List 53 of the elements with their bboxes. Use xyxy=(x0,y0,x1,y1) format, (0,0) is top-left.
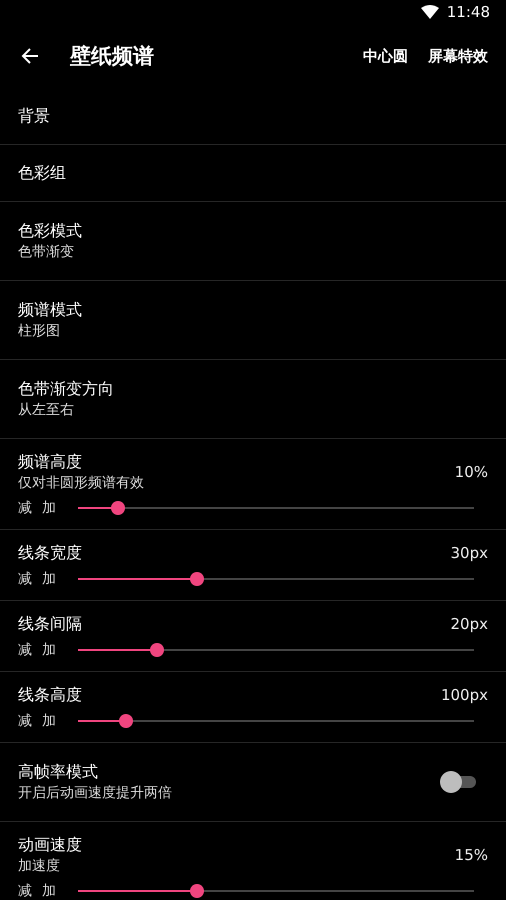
slider[interactable] xyxy=(78,884,474,898)
setting-subtitle: 加速度 xyxy=(18,857,61,876)
decrease-button[interactable]: 减 xyxy=(18,499,32,517)
slider[interactable] xyxy=(78,501,474,515)
settings-item[interactable]: 频谱模式 柱形图 xyxy=(0,281,506,360)
slider-thumb[interactable] xyxy=(190,884,204,898)
setting-title: 色彩组 xyxy=(18,162,67,184)
setting-title: 线条宽度 xyxy=(18,542,83,564)
setting-title: 频谱模式 xyxy=(18,299,83,321)
setting-title: 背景 xyxy=(18,105,51,127)
increase-button[interactable]: 加 xyxy=(42,882,56,900)
slider-thumb[interactable] xyxy=(118,714,133,728)
toolbar-action[interactable]: 中心圆 xyxy=(357,40,414,72)
wifi-icon xyxy=(420,5,439,19)
setting-title: 色带渐变方向 xyxy=(18,378,115,400)
setting-title: 频谱高度 xyxy=(18,451,83,473)
settings-item[interactable]: 背景 xyxy=(0,88,506,145)
increase-button[interactable]: 加 xyxy=(42,712,56,730)
setting-value: 20px xyxy=(450,615,488,633)
setting-subtitle: 仅对非圆形频谱有效 xyxy=(18,474,145,493)
decrease-button[interactable]: 减 xyxy=(18,712,32,730)
toggle-switch[interactable] xyxy=(442,773,476,791)
setting-title: 动画速度 xyxy=(18,834,83,856)
slider[interactable] xyxy=(78,572,474,586)
setting-title: 高帧率模式 xyxy=(18,761,99,783)
status-time: 11:48 xyxy=(446,3,490,21)
setting-title: 线条间隔 xyxy=(18,613,83,635)
slider-thumb[interactable] xyxy=(150,643,164,657)
setting-value: 30px xyxy=(450,544,488,562)
slider-thumb[interactable] xyxy=(190,572,204,586)
setting-value: 15% xyxy=(454,846,488,864)
decrease-button[interactable]: 减 xyxy=(18,882,32,900)
slider[interactable] xyxy=(78,643,474,657)
toolbar-title: 壁纸频谱 xyxy=(70,43,155,70)
increase-button[interactable]: 加 xyxy=(42,499,56,517)
increase-button[interactable]: 加 xyxy=(42,570,56,588)
setting-subtitle: 柱形图 xyxy=(18,322,61,341)
setting-title: 色彩模式 xyxy=(18,220,83,242)
slider[interactable] xyxy=(78,714,474,728)
setting-title: 线条高度 xyxy=(18,684,83,706)
setting-subtitle: 色带渐变 xyxy=(18,243,75,262)
settings-item[interactable]: 色带渐变方向 从左至右 xyxy=(0,360,506,439)
settings-item[interactable]: 色彩模式 色带渐变 xyxy=(0,202,506,281)
setting-value: 100px xyxy=(440,686,488,704)
settings-item[interactable]: 色彩组 xyxy=(0,145,506,202)
increase-button[interactable]: 加 xyxy=(42,641,56,659)
toolbar-action[interactable]: 屏幕特效 xyxy=(422,40,494,72)
setting-subtitle: 开启后动画速度提升两倍 xyxy=(18,784,173,803)
setting-value: 10% xyxy=(454,463,488,481)
slider-thumb[interactable] xyxy=(110,501,125,515)
decrease-button[interactable]: 减 xyxy=(18,570,32,588)
setting-subtitle: 从左至右 xyxy=(18,401,75,420)
decrease-button[interactable]: 减 xyxy=(18,641,32,659)
